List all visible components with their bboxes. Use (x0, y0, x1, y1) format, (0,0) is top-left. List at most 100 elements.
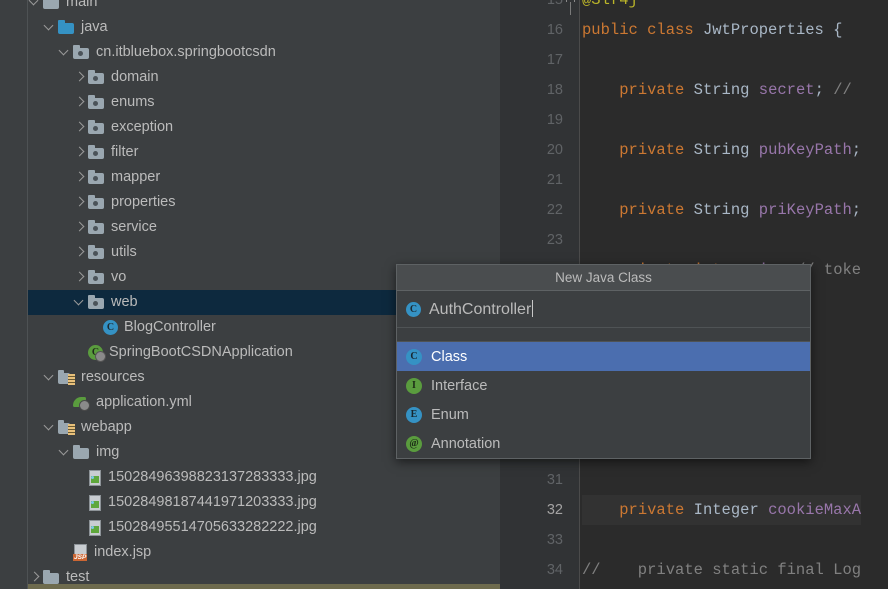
code-text: @Slf4j (582, 0, 638, 9)
chevron-right-icon[interactable] (73, 90, 88, 115)
editor-line-22[interactable]: 22 private String priKeyPath; (500, 195, 888, 225)
tree-left-gutter (0, 0, 28, 589)
tree-row-cn-itbluebox-springbootcsdn[interactable]: cn.itbluebox.springbootcsdn (28, 40, 500, 65)
tree-row-utils[interactable]: utils (28, 240, 500, 265)
tree-row-properties[interactable]: properties (28, 190, 500, 215)
chevron-right-icon[interactable] (73, 140, 88, 165)
tree-row-index-jsp[interactable]: JSP index.jsp (28, 540, 500, 565)
chevron-down-icon[interactable] (58, 440, 73, 465)
kind-option-interface[interactable]: I Interface (397, 371, 810, 400)
line-number: 34 (546, 562, 563, 578)
line-number: 23 (546, 232, 563, 248)
tree-row-enums[interactable]: enums (28, 90, 500, 115)
class-name-input[interactable]: AuthController (429, 299, 534, 319)
new-java-class-popup[interactable]: New Java Class C AuthController C Class I I… (396, 264, 811, 459)
class-icon: C (406, 301, 421, 317)
code-text: private String priKeyPath; (619, 201, 862, 219)
chevron-right-icon[interactable] (73, 265, 88, 290)
code-text: public class JwtProperties { (582, 21, 843, 39)
tree-row-mapper[interactable]: mapper (28, 165, 500, 190)
tree-row-label: domain (111, 69, 159, 85)
package-icon (88, 119, 105, 136)
ide-window: main java cn.itbluebox.springbootcsdn domai… (0, 0, 888, 589)
kind-option-list[interactable]: C Class I Interface E Enum @ Annotation (397, 342, 810, 458)
editor-line-23[interactable]: 23 (500, 225, 888, 255)
chevron-right-icon[interactable] (73, 165, 88, 190)
class-name-input-row[interactable]: C AuthController (397, 291, 810, 328)
chevron-down-icon[interactable] (43, 15, 58, 40)
code-fold-marker[interactable] (566, 0, 576, 15)
editor-line-16[interactable]: 16 public class JwtProperties { (500, 15, 888, 45)
editor-line-32[interactable]: 32 private Integer cookieMaxA (500, 495, 888, 525)
image-file-icon (88, 494, 102, 511)
kind-option-annotation[interactable]: @ Annotation (397, 429, 810, 458)
tree-row-15028496398823137283333-jpg[interactable]: 15028496398823137283333.jpg (28, 465, 500, 490)
tree-row-label: properties (111, 194, 176, 210)
tree-row-label: vo (111, 269, 127, 285)
tree-row-service[interactable]: service (28, 215, 500, 240)
kind-option-class[interactable]: C Class (397, 342, 810, 371)
editor-line-19[interactable]: 19 (500, 105, 888, 135)
chevron-right-icon[interactable] (73, 115, 88, 140)
editor-line-21[interactable]: 21 (500, 165, 888, 195)
tree-row-filter[interactable]: filter (28, 140, 500, 165)
chevron-down-icon[interactable] (28, 0, 43, 15)
tree-row-domain[interactable]: domain (28, 65, 500, 90)
tree-row-main[interactable]: main (28, 0, 500, 15)
code-text: private Integer cookieMaxA (582, 495, 862, 525)
package-icon (88, 169, 105, 186)
kind-option-label: Annotation (431, 435, 501, 452)
package-icon (73, 44, 90, 61)
chevron-right-icon[interactable] (73, 215, 88, 240)
package-icon (88, 94, 105, 111)
kind-option-label: Class (431, 348, 468, 365)
chevron-down-icon[interactable] (58, 40, 73, 65)
image-file-icon (88, 519, 102, 536)
tree-row-label: resources (81, 369, 145, 385)
editor-line-34[interactable]: 34 // private static final Log (500, 555, 888, 585)
chevron-right-icon[interactable] (73, 240, 88, 265)
editor-line-18[interactable]: 18 private String secret; // (500, 75, 888, 105)
tree-row-label: main (66, 0, 98, 10)
code-text: private String pubKeyPath; (619, 141, 862, 159)
chevron-right-icon[interactable] (73, 65, 88, 90)
resource-folder-icon (58, 369, 75, 386)
package-icon (88, 144, 105, 161)
editor-line-20[interactable]: 20 private String pubKeyPath; (500, 135, 888, 165)
kind-option-enum[interactable]: E Enum (397, 400, 810, 429)
tree-row-label: enums (111, 94, 155, 110)
text-caret (532, 299, 534, 317)
line-number: 35 (500, 585, 563, 589)
chevron-down-icon[interactable] (43, 415, 58, 440)
chevron-right-icon[interactable] (73, 190, 88, 215)
chevron-down-icon[interactable] (73, 290, 88, 315)
tree-row-java[interactable]: java (28, 15, 500, 40)
folder-icon (73, 444, 90, 461)
editor-line-33[interactable]: 33 (500, 525, 888, 555)
package-icon (88, 194, 105, 211)
tree-horizontal-scrollbar[interactable] (28, 584, 500, 589)
editor-line-17[interactable]: 17 (500, 45, 888, 75)
folder-icon (58, 19, 75, 36)
annotation-icon: @ (406, 435, 422, 452)
line-number: 16 (546, 22, 563, 38)
chevron-down-icon[interactable] (43, 365, 58, 390)
line-number: 32 (546, 502, 563, 518)
resource-folder-icon (58, 419, 75, 436)
tree-row-label: cn.itbluebox.springbootcsdn (96, 44, 276, 60)
package-icon (88, 269, 105, 286)
tree-row-exception[interactable]: exception (28, 115, 500, 140)
line-number: 19 (546, 112, 563, 128)
line-number: 22 (546, 202, 563, 218)
tree-row-label: application.yml (96, 394, 192, 410)
line-number: 18 (546, 82, 563, 98)
tree-row-15028498187441971203333-jpg[interactable]: 15028498187441971203333.jpg (28, 490, 500, 515)
editor-line-15[interactable]: 15 @Slf4j (500, 0, 888, 15)
yaml-file-icon (73, 394, 90, 411)
editor-line-35[interactable]: 35 (500, 585, 888, 589)
tree-row-15028495514705633282222-jpg[interactable]: 15028495514705633282222.jpg (28, 515, 500, 540)
editor-line-31[interactable]: 31 (500, 465, 888, 495)
